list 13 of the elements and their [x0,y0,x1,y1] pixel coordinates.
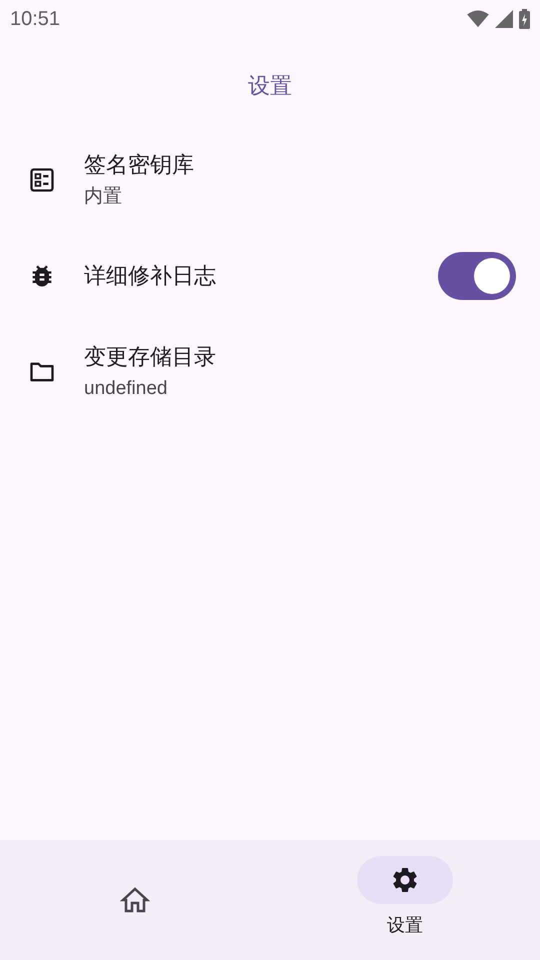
status-time: 10:51 [10,7,60,32]
page-title: 设置 [248,72,292,100]
setting-value: 内置 [84,184,123,209]
setting-label: 详细修补日志 [84,262,217,290]
toggle-switch[interactable] [438,252,516,300]
setting-label: 签名密钥库 [84,151,195,179]
setting-value: undefined [84,376,168,401]
wifi-icon [467,10,489,28]
battery-icon [519,9,530,29]
home-icon [120,886,150,914]
setting-label: 变更存储目录 [84,343,217,371]
signal-icon [495,10,513,28]
list-card-icon [28,166,56,194]
